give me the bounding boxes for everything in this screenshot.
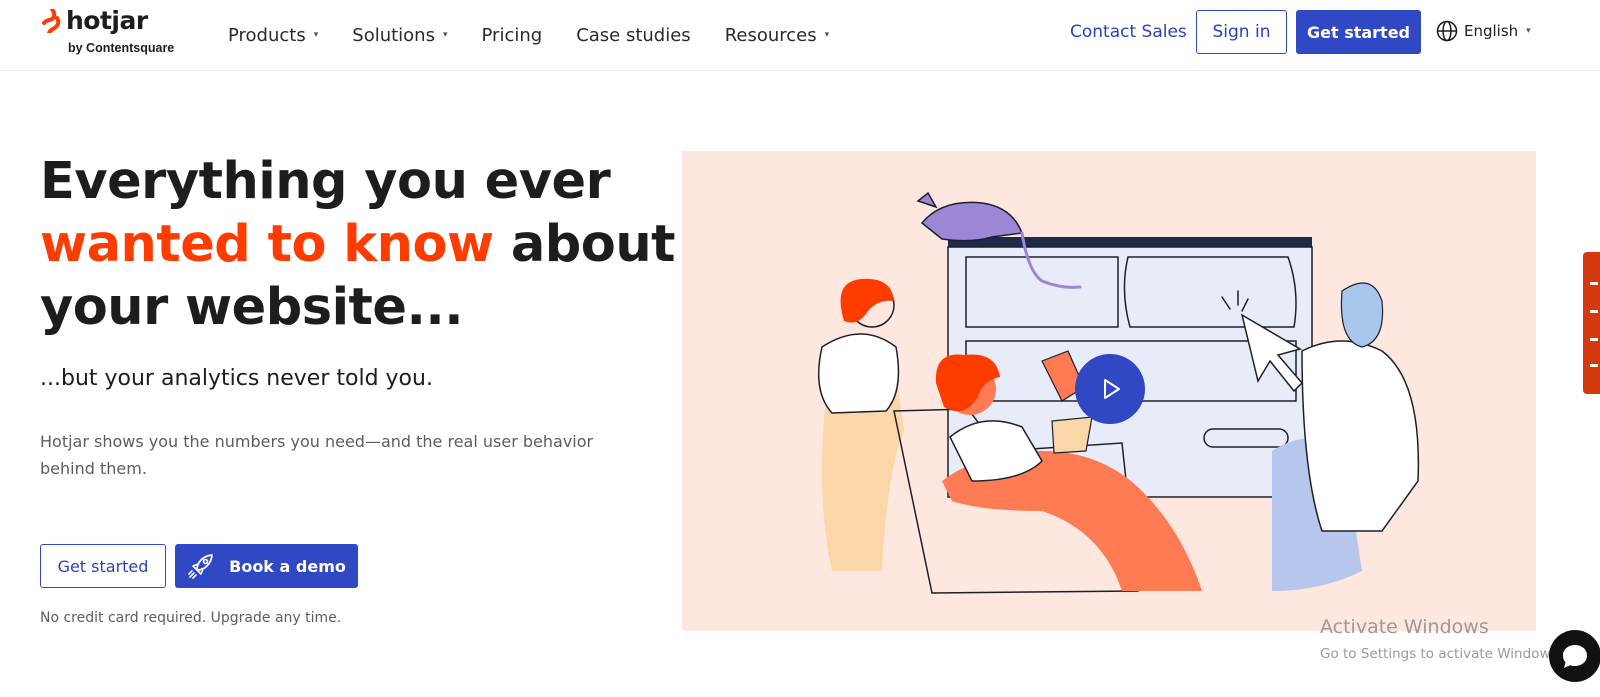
activate-windows-subtitle: Go to Settings to activate Windows. (1320, 646, 1562, 662)
sign-in-button[interactable]: Sign in (1196, 10, 1287, 54)
feedback-tab[interactable] (1583, 252, 1600, 394)
nav-case-studies[interactable]: Case studies (576, 25, 691, 46)
nav-label: Resources (724, 24, 817, 46)
chat-launcher[interactable] (1549, 630, 1600, 682)
book-demo-button[interactable]: Book a demo (175, 544, 358, 588)
play-icon (1104, 379, 1120, 399)
chevron-down-icon: ▾ (442, 30, 448, 40)
headline-line3: your website... (40, 278, 464, 337)
chat-icon (1563, 645, 1587, 668)
hotjar-logo-icon (42, 9, 61, 33)
logo-wordmark: hotjar (66, 6, 148, 35)
headline-accent: wanted to know (40, 215, 494, 274)
language-selector[interactable]: English ▾ (1436, 20, 1531, 42)
no-credit-card-note: No credit card required. Upgrade any tim… (40, 610, 342, 626)
hero-headline: Everything you ever wanted to know about… (40, 150, 676, 339)
chevron-down-icon: ▾ (824, 30, 830, 40)
contact-sales-link[interactable]: Contact Sales (1070, 22, 1187, 42)
hero-description: Hotjar shows you the numbers you need—an… (40, 432, 594, 478)
globe-icon (1436, 20, 1458, 42)
nav-label: Solutions (352, 24, 435, 46)
nav-label: Pricing (481, 24, 543, 46)
hero-subheading: ...but your analytics never told you. (40, 366, 433, 391)
play-video-button[interactable] (1075, 354, 1145, 424)
nav-solutions[interactable]: Solutions ▾ (352, 25, 447, 46)
logo-tagline: by Contentsquare (68, 41, 175, 55)
rocket-icon (188, 554, 214, 579)
header-get-started-button[interactable]: Get started (1296, 10, 1421, 54)
book-demo-label: Book a demo (229, 556, 346, 576)
site-header: hotjar by Contentsquare Products ▾ Solut… (0, 0, 1600, 71)
nav-label: Case studies (576, 24, 691, 46)
nav-products[interactable]: Products ▾ (228, 25, 318, 46)
headline-about: about (493, 215, 676, 274)
nav-pricing[interactable]: Pricing (482, 25, 543, 46)
activate-windows-title: Activate Windows (1320, 616, 1489, 638)
language-label: English (1464, 22, 1519, 40)
chevron-down-icon: ▾ (1526, 26, 1531, 36)
nav-label: Products (228, 24, 306, 46)
nav-resources[interactable]: Resources ▾ (725, 25, 829, 46)
main-nav: Products ▾ Solutions ▾ Pricing Case stud… (228, 0, 863, 70)
headline-line1: Everything you ever (40, 152, 611, 211)
chevron-down-icon: ▾ (313, 30, 319, 40)
hero-get-started-button[interactable]: Get started (40, 544, 166, 588)
